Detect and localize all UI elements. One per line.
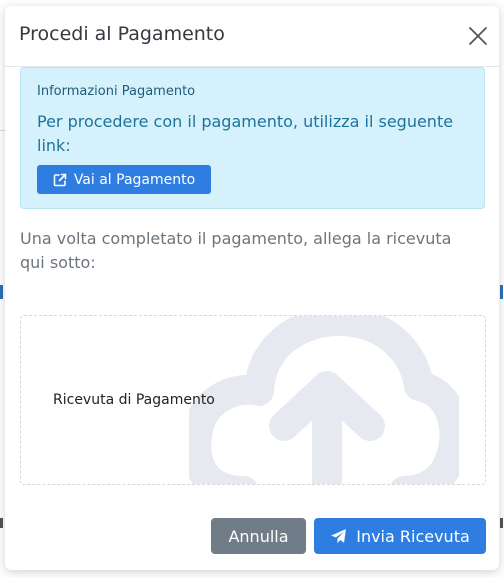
go-to-payment-button[interactable]: Vai al Pagamento <box>37 165 211 194</box>
background-link-fragment <box>500 285 503 299</box>
modal-header: Procedi al Pagamento <box>5 6 499 67</box>
submit-receipt-button[interactable]: Invia Ricevuta <box>314 518 486 554</box>
close-icon <box>469 27 487 45</box>
cloud-upload-icon <box>189 316 459 484</box>
upload-instructions: Una volta completato il pagamento, alleg… <box>20 229 452 272</box>
payment-modal: Procedi al Pagamento Informazioni Pagame… <box>5 6 499 570</box>
payment-info-alert: Informazioni Pagamento Per procedere con… <box>20 67 485 209</box>
submit-label: Invia Ricevuta <box>356 526 470 546</box>
receipt-dropzone[interactable]: Ricevuta di Pagamento <box>20 315 486 485</box>
info-title: Informazioni Pagamento <box>37 84 196 99</box>
background-text-fragment <box>0 518 3 528</box>
cancel-label: Annulla <box>228 526 289 546</box>
send-icon <box>331 528 347 543</box>
modal-footer: Annulla Invia Ricevuta <box>5 503 499 570</box>
close-button[interactable] <box>467 25 489 47</box>
info-text: Per procedere con il pagamento, utilizza… <box>37 112 454 155</box>
cancel-button[interactable]: Annulla <box>211 518 306 554</box>
dropzone-label: Ricevuta di Pagamento <box>53 392 215 408</box>
go-to-payment-label: Vai al Pagamento <box>73 171 196 188</box>
external-link-icon <box>53 173 67 186</box>
modal-title: Procedi al Pagamento <box>19 23 225 45</box>
background-link-fragment <box>0 285 3 299</box>
background-text-fragment <box>500 518 503 528</box>
